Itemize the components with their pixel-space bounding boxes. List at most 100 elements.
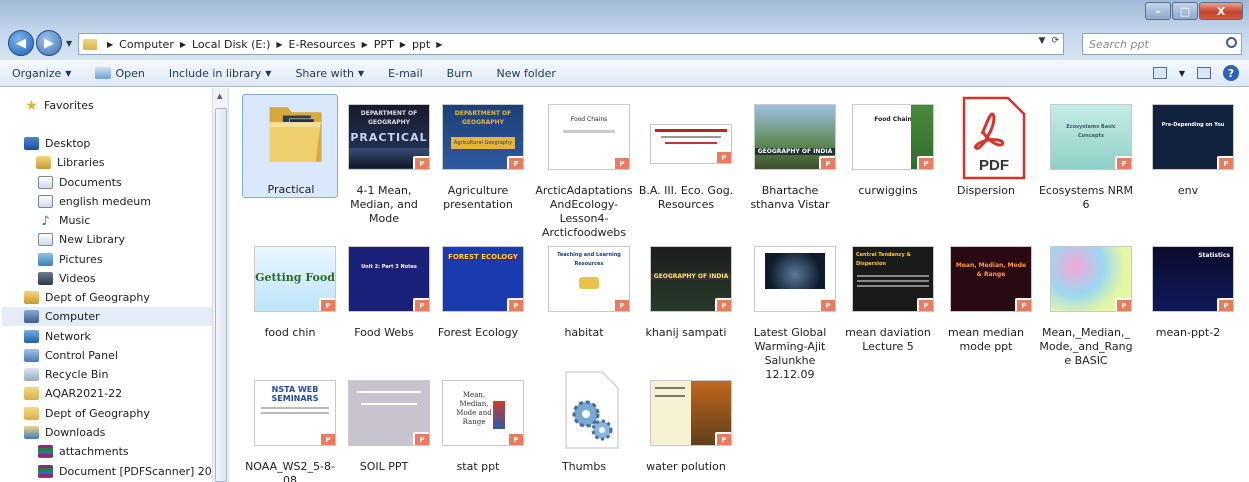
organize-button[interactable]: Organize ▼ [12, 67, 71, 80]
back-button[interactable]: ◀ [8, 30, 34, 56]
breadcrumb-e-resources[interactable]: E-Resources [289, 38, 356, 51]
file-name: mean daviation Lecture 5 [845, 326, 931, 353]
file-tile[interactable]: Thumbs [536, 370, 632, 473]
file-tile[interactable]: P SOIL PPT [336, 370, 432, 473]
open-button[interactable]: Open [95, 67, 145, 80]
nav-item-network[interactable]: Network [24, 327, 91, 346]
file-tile[interactable]: Food Chains P ArcticAdaptationsAndEcolog… [535, 94, 633, 244]
forward-button[interactable]: ▶ [36, 30, 62, 56]
search-icon[interactable] [1226, 37, 1237, 48]
nav-item-document-pdfscanner[interactable]: Document [PDFScanner] 2021-1 [38, 462, 212, 481]
close-button[interactable]: X [1199, 2, 1243, 20]
network-icon [24, 330, 39, 343]
breadcrumb-local-disk[interactable]: Local Disk (E:) [192, 38, 270, 51]
file-tile[interactable]: P Latest Global Warming-Ajit Salunkhe 12… [742, 236, 838, 381]
file-tile[interactable]: FOREST ECOLOGY P Forest Ecology [430, 236, 526, 339]
nav-item-downloads[interactable]: Downloads [24, 423, 105, 442]
nav-item-videos[interactable]: Videos [38, 269, 96, 288]
nav-item-dept-of-geography[interactable]: Dept of Geography [24, 288, 150, 307]
scrollbar-thumb[interactable] [215, 108, 227, 482]
nav-item-attachments[interactable]: attachments [38, 442, 129, 461]
nav-scrollbar[interactable]: ▲ [212, 88, 229, 482]
nav-item-recycle-bin[interactable]: Recycle Bin [24, 365, 108, 384]
address-bar[interactable]: ▶ Computer ▶ Local Disk (E:) ▶ E-Resourc… [78, 33, 1064, 55]
slide-title: GEOGRAPHY OF INDIA [755, 148, 835, 155]
nav-item-pictures[interactable]: Pictures [38, 250, 103, 269]
chevron-right-icon[interactable]: ▶ [436, 40, 442, 49]
share-with-button[interactable]: Share with ▼ [295, 67, 364, 80]
breadcrumb-ppt[interactable]: ppt [412, 38, 430, 51]
email-button[interactable]: E-mail [388, 67, 423, 80]
file-tile[interactable]: PDF Dispersion [938, 94, 1034, 198]
chevron-right-icon[interactable]: ▶ [276, 40, 282, 49]
nav-item-favorites[interactable]: ★ Favorites [24, 96, 93, 115]
nav-item-new-library[interactable]: New Library [38, 230, 125, 249]
nav-item-control-panel[interactable]: Control Panel [24, 346, 118, 365]
file-tile[interactable]: DEPARTMENT OF GEOGRAPHY Agricultural Geo… [430, 94, 526, 211]
file-tile[interactable]: Practical [242, 94, 338, 198]
file-tile[interactable]: Mean, Median, Mode and Range P stat ppt [430, 370, 526, 473]
videos-icon [38, 272, 53, 285]
file-tile[interactable]: Pre-Depending on You P env [1140, 94, 1236, 198]
nav-item-dept-of-geography-2[interactable]: Dept of Geography [24, 404, 150, 423]
file-tile[interactable]: Getting Food P food chin [242, 236, 338, 339]
new-folder-button[interactable]: New folder [497, 67, 556, 80]
nav-item-aqar[interactable]: AQAR2021-22 [24, 384, 122, 403]
minimize-button[interactable]: – [1145, 2, 1171, 20]
nav-label: Dept of Geography [45, 291, 150, 304]
file-tile[interactable]: NSTA WEB SEMINARS P NOAA_WS2_5-8-08 [242, 370, 338, 482]
slide-title: GEOGRAPHY OF INDIA [651, 273, 731, 280]
powerpoint-badge-icon: P [613, 298, 629, 311]
file-tile[interactable]: Teaching and Learning Resources P habita… [536, 236, 632, 339]
folder-icon [24, 387, 39, 400]
chevron-right-icon[interactable]: ▶ [180, 40, 186, 49]
file-tile[interactable]: Mean, Median, Mode & Range P mean median… [938, 236, 1034, 353]
nav-item-libraries[interactable]: Libraries [36, 153, 105, 172]
nav-item-computer[interactable]: Computer [2, 307, 212, 326]
chevron-down-icon[interactable]: ▼ [1179, 69, 1185, 78]
nav-item-documents[interactable]: Documents [38, 173, 122, 192]
help-icon[interactable]: ? [1223, 65, 1239, 81]
search-input[interactable]: Search ppt [1082, 33, 1242, 55]
library-icon [38, 233, 53, 246]
chevron-right-icon[interactable]: ▶ [400, 40, 406, 49]
address-dropdown-icon[interactable]: ▼ [1039, 36, 1046, 46]
recent-pages-icon[interactable]: ▼ [66, 39, 72, 48]
file-name: env [1177, 184, 1199, 197]
control-panel-icon [24, 349, 39, 362]
nav-item-desktop[interactable]: Desktop [24, 134, 90, 153]
powerpoint-badge-icon: P [613, 156, 629, 169]
preview-pane-icon[interactable] [1197, 67, 1211, 79]
burn-button[interactable]: Burn [447, 67, 473, 80]
refresh-icon[interactable]: ⟳ [1051, 36, 1059, 46]
file-tile[interactable]: DEPARTMENT OF GEOGRAPHY PRACTICAL P 4-1 … [336, 94, 432, 225]
file-tile[interactable]: Ecosystems Basic Concepts P Ecosystems N… [1038, 94, 1134, 214]
breadcrumb-ppt-parent[interactable]: PPT [374, 38, 394, 51]
file-tile[interactable]: P Mean,_Median,_Mode,_and_Range BASIC [1038, 236, 1134, 367]
file-tile[interactable]: GEOGRAPHY OF INDIA P khanij sampati [638, 236, 734, 339]
file-tile[interactable]: P B.A. III. Eco. Gog. Resources [638, 94, 734, 214]
music-icon: ♪ [41, 214, 50, 229]
file-tile[interactable]: Statistics P mean-ppt-2 [1140, 236, 1236, 339]
file-tile[interactable]: Unit 2: Part 3 Notes P Food Webs [336, 236, 432, 339]
change-view-icon[interactable] [1152, 67, 1167, 79]
downloads-icon [24, 426, 39, 439]
nav-label: Videos [59, 272, 96, 285]
maximize-button[interactable]: □ [1172, 2, 1198, 20]
chevron-right-icon[interactable]: ▶ [107, 40, 113, 49]
command-bar: Organize ▼ Open Include in library ▼ Share… [0, 60, 1249, 87]
scroll-up-icon[interactable]: ▲ [217, 92, 222, 100]
file-tile[interactable]: Food Chain P curwiggins [840, 94, 936, 198]
file-tile[interactable]: GEOGRAPHY OF INDIA P Bhartache sthanva V… [742, 94, 838, 214]
file-tile[interactable]: P water polution [638, 370, 734, 473]
powerpoint-badge-icon: P [715, 150, 731, 163]
nav-item-music[interactable]: ♪ Music [38, 211, 90, 230]
file-tile[interactable]: Central Tendency & Dispersion P mean dav… [840, 236, 936, 353]
nav-item-english-medeum[interactable]: english medeum [38, 192, 151, 211]
folder-icon [24, 407, 39, 420]
file-name: SOIL PPT [359, 460, 409, 473]
include-in-library-button[interactable]: Include in library ▼ [169, 67, 272, 80]
breadcrumb-computer[interactable]: Computer [119, 38, 174, 51]
chevron-right-icon[interactable]: ▶ [362, 40, 368, 49]
slide-thumbnail: Ecosystems Basic Concepts P [1050, 104, 1132, 170]
